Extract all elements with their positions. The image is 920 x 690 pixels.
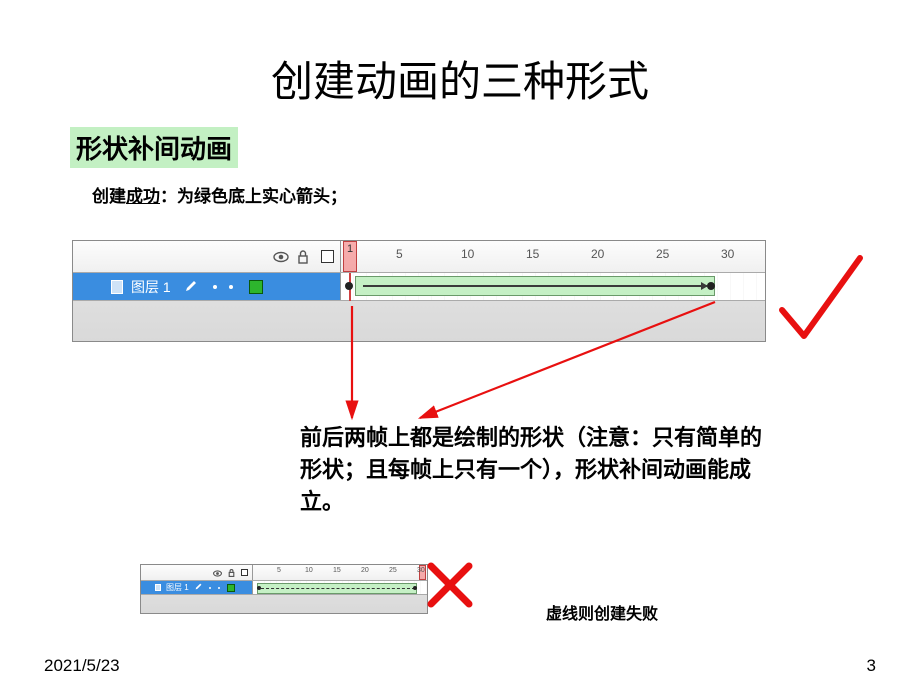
frames-area[interactable] <box>341 273 765 300</box>
explanation-paragraph: 前后两帧上都是绘制的形状（注意：只有简单的形状；且每帧上只有一个），形状补间动画… <box>300 422 780 518</box>
ruler-tick: 15 <box>526 247 539 261</box>
small-frames-area[interactable] <box>253 581 427 594</box>
dashed-tween-line-icon <box>261 588 415 589</box>
pencil-icon <box>185 279 197 295</box>
failure-x-icon <box>425 560 475 615</box>
ruler-tick: 20 <box>591 247 604 261</box>
end-keyframe[interactable] <box>707 282 715 290</box>
explain-rest: 帧上都是绘制的形状（注意：只有简单的形状；且每帧上只有一个），形状补间动画能成立… <box>300 425 762 514</box>
timeline-failure-panel: 5 10 15 20 25 30 图层 1 <box>140 564 428 614</box>
slide-title: 创建动画的三种形式 <box>0 0 920 127</box>
pencil-icon <box>195 583 202 592</box>
desc-prefix: 创建 <box>92 187 126 206</box>
desc-suffix: ：为绿色底上实心箭头； <box>160 187 347 206</box>
lock-icon[interactable] <box>228 569 235 577</box>
success-checkmark-icon <box>776 250 866 355</box>
layer-color-swatch[interactable] <box>227 584 235 592</box>
small-layer-row[interactable]: 图层 1 <box>141 581 427 595</box>
layer-name: 图层 1 <box>166 582 189 593</box>
layer-row[interactable]: 图层 1 <box>73 273 765 301</box>
layer-type-icon <box>155 584 161 591</box>
visibility-icon[interactable] <box>213 569 222 576</box>
playhead-marker[interactable]: 1 <box>343 241 357 272</box>
start-keyframe[interactable] <box>345 282 353 290</box>
footer-date: 2021/5/23 <box>44 656 120 676</box>
ruler-tick: 30 <box>417 567 425 574</box>
ruler-tick: 5 <box>277 567 281 574</box>
footer-page-number: 3 <box>867 656 876 676</box>
ruler-tick: 25 <box>656 247 669 261</box>
small-frame-ruler[interactable]: 5 10 15 20 25 30 <box>253 565 427 580</box>
small-header-left <box>141 565 253 580</box>
failure-caption: 虚线则创建失败 <box>546 600 658 624</box>
visibility-icon[interactable] <box>273 250 287 264</box>
layer-dot <box>218 587 220 589</box>
timeline-header-left <box>73 241 341 272</box>
ruler-tick: 30 <box>721 247 734 261</box>
ruler-tick: 20 <box>361 567 369 574</box>
success-description: 创建成功：为绿色底上实心箭头； <box>92 182 920 207</box>
timeline-header: 1 5 10 15 20 25 30 <box>73 241 765 273</box>
ruler-tick: 25 <box>389 567 397 574</box>
outline-icon[interactable] <box>241 569 248 576</box>
ruler-tick: 5 <box>396 247 403 261</box>
end-keyframe[interactable] <box>413 586 417 590</box>
subtitle-shape-tween: 形状补间动画 <box>70 127 238 168</box>
lock-icon[interactable] <box>297 250 311 264</box>
layer-color-swatch[interactable] <box>249 280 263 294</box>
frame-ruler[interactable]: 1 5 10 15 20 25 30 <box>341 241 765 272</box>
outline-icon[interactable] <box>321 250 334 263</box>
ruler-tick: 15 <box>333 567 341 574</box>
desc-underlined: 成功 <box>126 187 160 206</box>
layer-option-dots <box>213 285 233 289</box>
layer-name: 图层 1 <box>131 277 171 297</box>
explain-prefix: 前后两 <box>300 425 366 450</box>
tween-arrow-icon <box>363 285 707 287</box>
layer-type-icon <box>111 280 123 294</box>
ruler-tick: 10 <box>461 247 474 261</box>
layer-label-area[interactable]: 图层 1 <box>73 273 341 300</box>
layer-dot <box>209 587 211 589</box>
timeline-success-panel: 1 5 10 15 20 25 30 图层 1 <box>72 240 766 342</box>
small-timeline-header: 5 10 15 20 25 30 <box>141 565 427 581</box>
small-layer-label[interactable]: 图层 1 <box>141 581 253 594</box>
ruler-tick: 10 <box>305 567 313 574</box>
